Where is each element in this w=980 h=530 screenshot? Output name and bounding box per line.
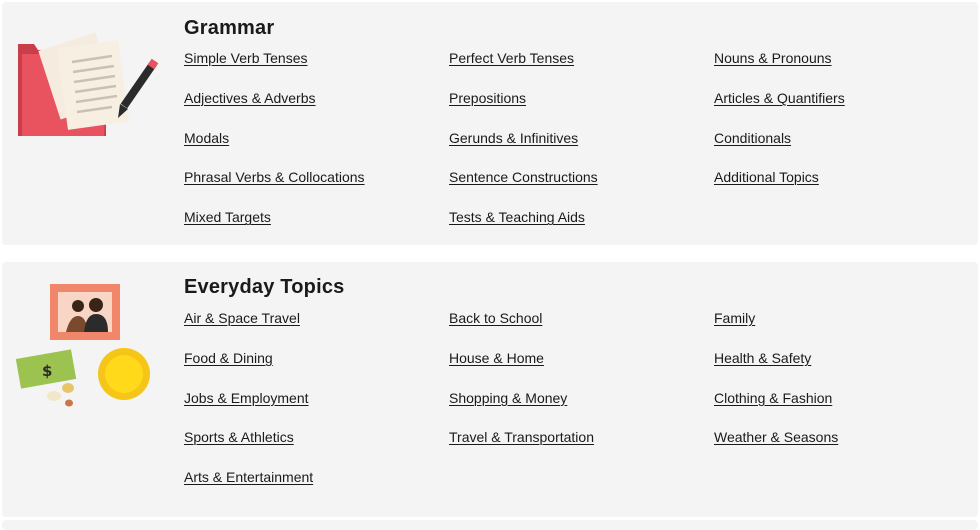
grammar-section: Grammar Simple Verb Tenses Perfect Verb … bbox=[2, 2, 978, 245]
topic-link[interactable]: Back to School bbox=[449, 310, 542, 326]
topic-link[interactable]: Gerunds & Infinitives bbox=[449, 130, 578, 146]
topic-link[interactable]: Mixed Targets bbox=[184, 209, 271, 225]
money-icon: $ bbox=[15, 349, 77, 389]
everyday-illustration: $ bbox=[15, 282, 161, 412]
topic-link[interactable]: Articles & Quantifiers bbox=[714, 90, 845, 106]
topic-link[interactable]: Conditionals bbox=[714, 130, 791, 146]
topic-link[interactable]: Modals bbox=[184, 130, 229, 146]
section-title-grammar: Grammar bbox=[184, 17, 275, 39]
topic-link[interactable]: Weather & Seasons bbox=[714, 429, 838, 445]
grammar-illustration bbox=[16, 32, 161, 142]
topic-link[interactable]: Air & Space Travel bbox=[184, 310, 300, 326]
svg-text:$: $ bbox=[42, 362, 52, 380]
topic-link[interactable]: Jobs & Employment bbox=[184, 390, 309, 406]
next-section-edge bbox=[2, 520, 978, 530]
topic-link[interactable]: House & Home bbox=[449, 350, 544, 366]
topic-link[interactable]: Health & Safety bbox=[714, 350, 811, 366]
everyday-topics-section: $ Everyday Topics Air & Space Travel Bac… bbox=[2, 262, 978, 517]
topic-link[interactable]: Perfect Verb Tenses bbox=[449, 50, 574, 66]
grammar-links: Simple Verb Tenses Perfect Verb Tenses N… bbox=[184, 50, 979, 249]
topic-link[interactable]: Arts & Entertainment bbox=[184, 469, 313, 485]
topic-link[interactable]: Simple Verb Tenses bbox=[184, 50, 307, 66]
topic-link[interactable]: Clothing & Fashion bbox=[714, 390, 832, 406]
topic-link[interactable]: Shopping & Money bbox=[449, 390, 567, 406]
section-title-everyday-topics: Everyday Topics bbox=[184, 276, 345, 298]
everyday-topics-links: Air & Space Travel Back to School Family… bbox=[184, 310, 979, 509]
topic-link[interactable]: Nouns & Pronouns bbox=[714, 50, 832, 66]
topic-link[interactable]: Prepositions bbox=[449, 90, 526, 106]
topic-link[interactable]: Sentence Constructions bbox=[449, 169, 598, 185]
topic-link[interactable]: Adjectives & Adverbs bbox=[184, 90, 316, 106]
topic-link[interactable]: Sports & Athletics bbox=[184, 429, 294, 445]
topic-link[interactable]: Tests & Teaching Aids bbox=[449, 209, 585, 225]
topic-link[interactable]: Food & Dining bbox=[184, 350, 273, 366]
coins-icon bbox=[47, 383, 74, 407]
topic-link[interactable]: Additional Topics bbox=[714, 169, 819, 185]
topic-link[interactable]: Travel & Transportation bbox=[449, 429, 594, 445]
topic-link[interactable]: Family bbox=[714, 310, 755, 326]
topic-link[interactable]: Phrasal Verbs & Collocations bbox=[184, 169, 365, 185]
family-photo-icon bbox=[50, 284, 120, 340]
sun-icon bbox=[98, 348, 150, 400]
